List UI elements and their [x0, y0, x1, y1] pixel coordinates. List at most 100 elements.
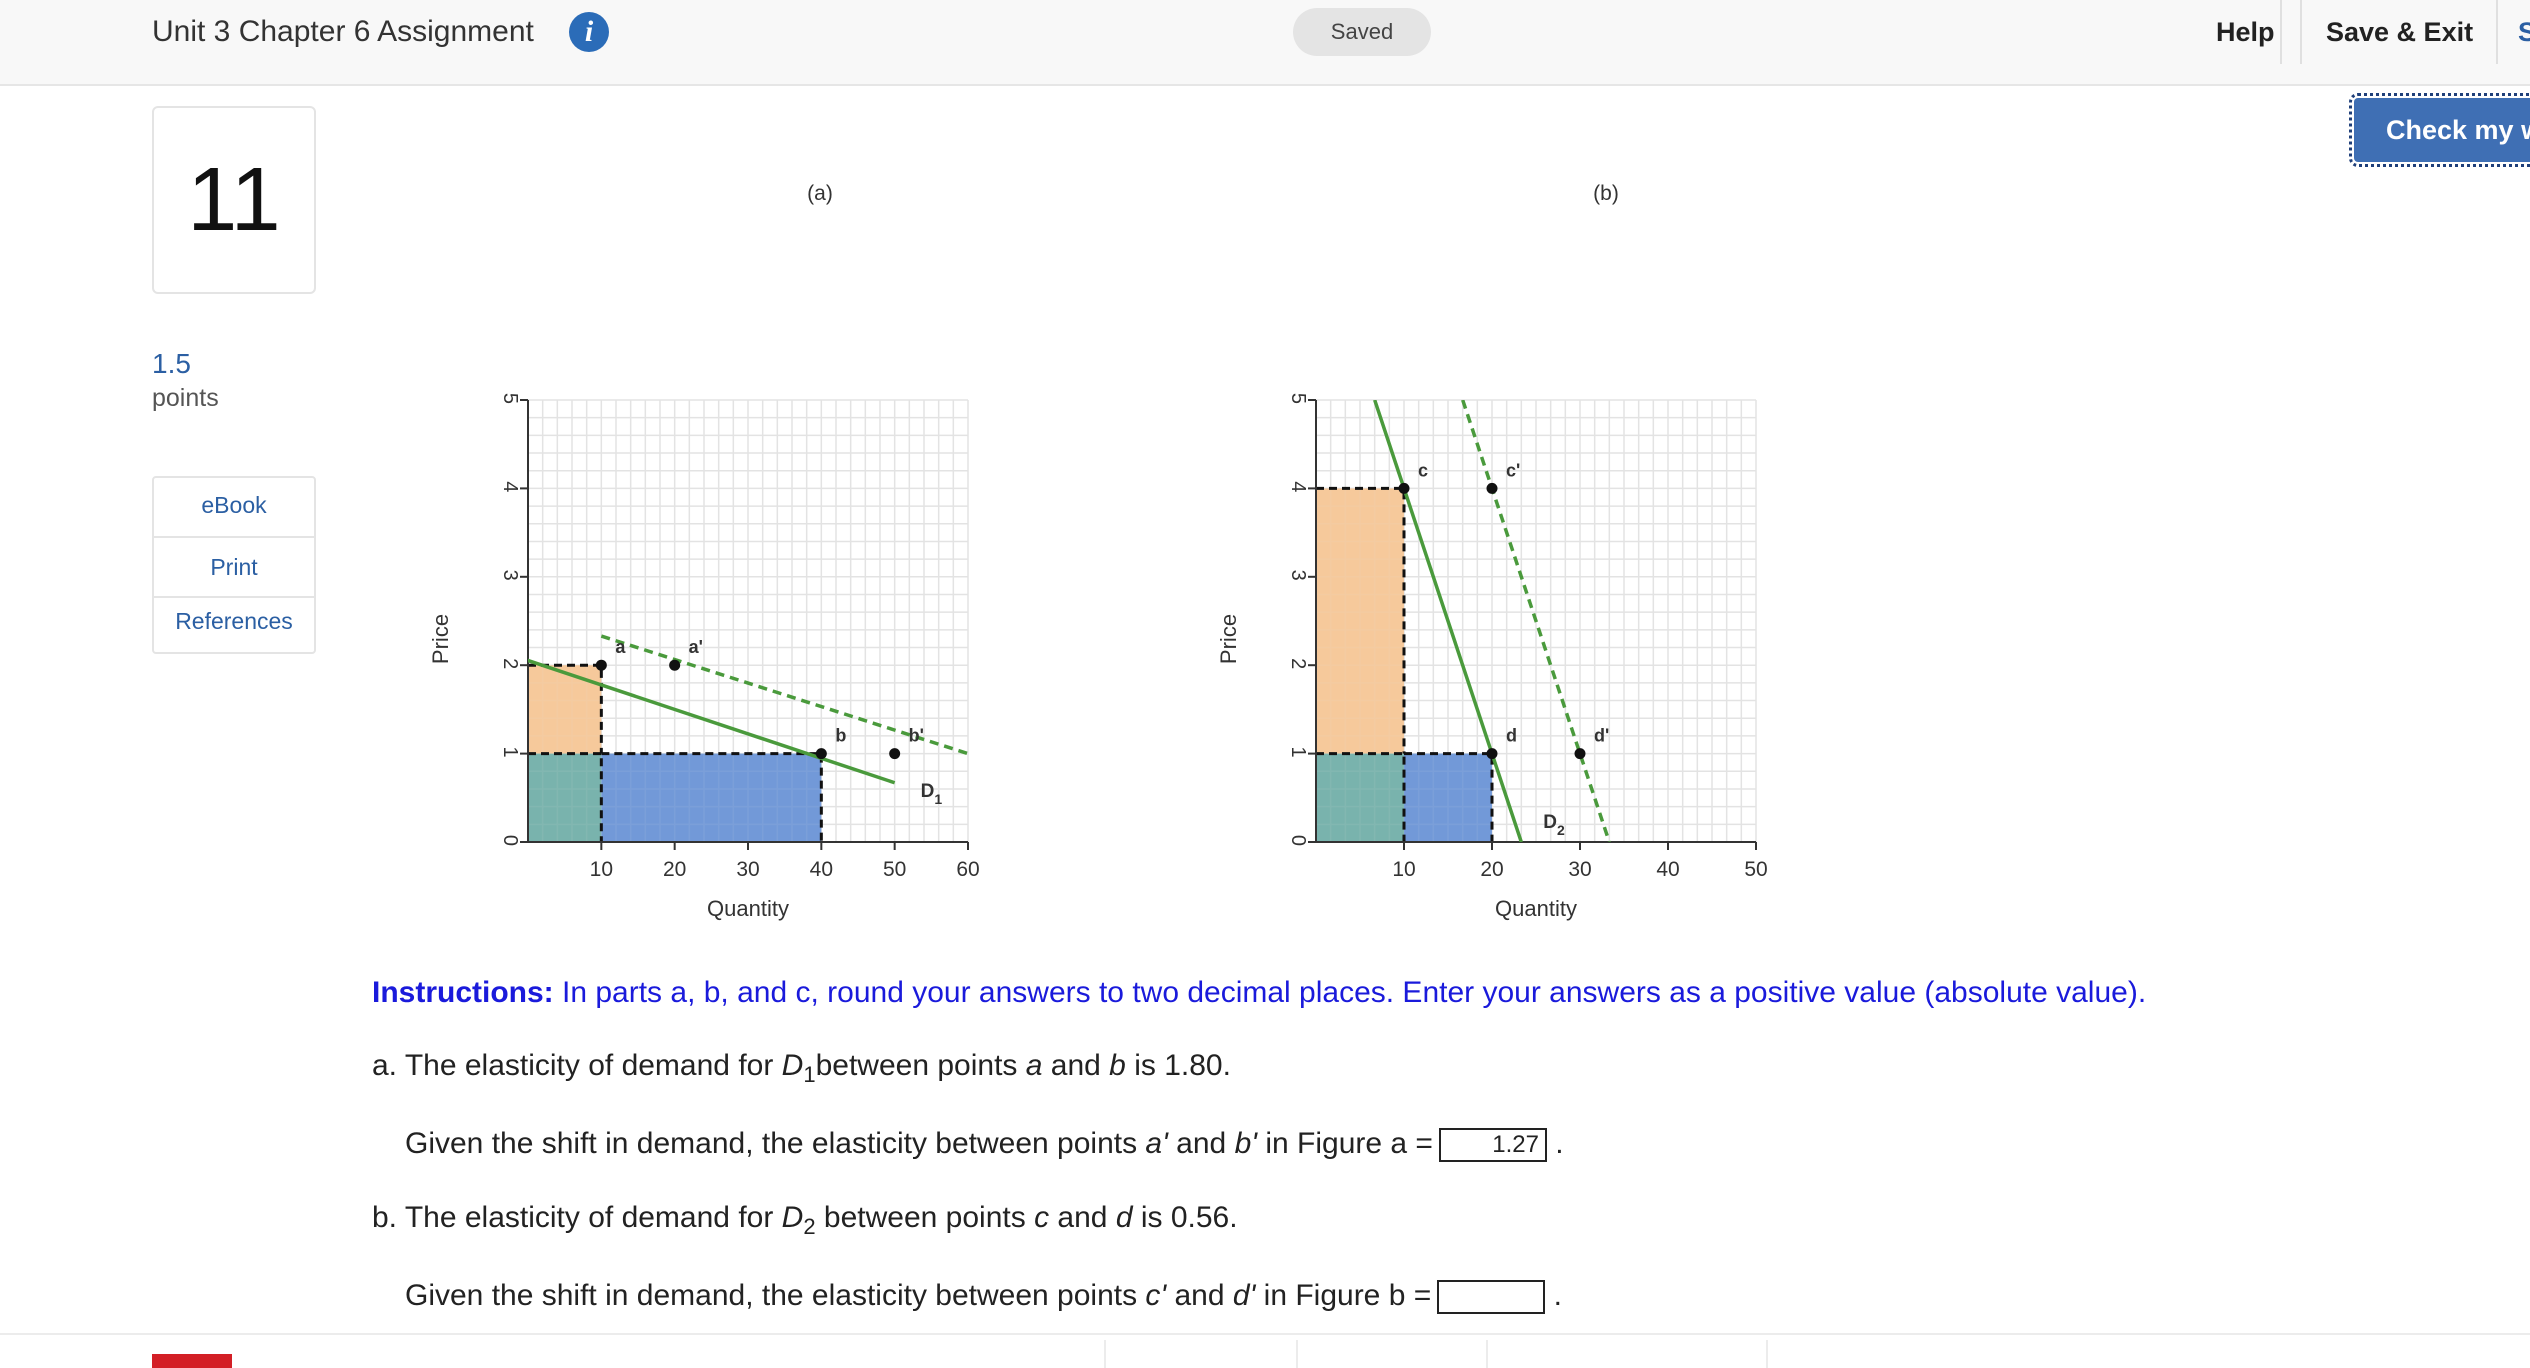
print-link[interactable]: Print	[154, 554, 314, 581]
points-label: points	[152, 384, 219, 412]
menu-divider	[154, 536, 314, 538]
shaded-area	[1316, 753, 1404, 842]
x-tick-label: 40	[810, 858, 833, 881]
data-point	[1486, 482, 1498, 494]
bottom-divider	[1766, 1340, 1768, 1368]
chart-title: (a)	[807, 182, 833, 205]
point-label: a	[615, 637, 626, 657]
data-point	[1486, 748, 1498, 760]
check-my-work-button[interactable]: Check my w	[2349, 93, 2530, 167]
point-label: b'	[909, 726, 924, 746]
data-point	[815, 748, 827, 760]
period: .	[1553, 1279, 1562, 1312]
shaded-area	[1404, 753, 1492, 842]
demand-subscript: 2	[803, 1214, 816, 1239]
shift-prefix: Given the shift in demand, the elasticit…	[405, 1127, 1146, 1160]
point-c-prime: c'	[1145, 1279, 1167, 1312]
instructions-body: In parts a, b, and c, round your answers…	[553, 976, 2147, 1009]
guide-line	[1316, 752, 1406, 842]
submit-link[interactable]: S	[2518, 14, 2530, 50]
assignment-title: Unit 3 Chapter 6 Assignment	[152, 15, 534, 48]
and-text: and	[1042, 1049, 1110, 1082]
data-point	[889, 748, 901, 760]
part-b-end: is 0.56.	[1132, 1201, 1238, 1234]
figure-a-label: in Figure a =	[1257, 1127, 1433, 1160]
resource-menu: eBook Print References	[152, 476, 316, 654]
x-axis-label: Quantity	[1495, 896, 1577, 921]
ebook-link[interactable]: eBook	[154, 492, 314, 519]
question-number: 11	[187, 150, 281, 250]
chart-b: 10 20 30 40 50 0 1 2 3 4 5 Quantity Price (b) D2 c d c' d'	[1216, 182, 1768, 921]
and-text: and	[1167, 1127, 1235, 1160]
guide-line	[528, 663, 603, 754]
help-link[interactable]: Help	[2216, 14, 2275, 50]
x-tick-label: 40	[1656, 858, 1679, 881]
y-tick-label: 0	[1287, 835, 1309, 846]
top-divider	[2300, 0, 2302, 64]
references-link[interactable]: References	[154, 608, 314, 635]
question-number-card: 11	[152, 106, 316, 294]
demand-line	[528, 658, 896, 785]
y-tick-label: 5	[499, 393, 521, 404]
x-tick-label: 50	[883, 858, 906, 881]
shaded-area	[1316, 488, 1404, 754]
shaded-area	[528, 665, 602, 754]
y-tick-label: 0	[499, 835, 521, 846]
and-text: and	[1166, 1279, 1233, 1312]
point-d-prime: d'	[1232, 1279, 1256, 1312]
data-point	[595, 659, 607, 671]
shifted-demand-line	[600, 634, 968, 756]
demand-charts: 10 20 30 40 50 60012345QuantityPrice(a)D1aba'…	[428, 182, 1768, 921]
shaded-area	[601, 753, 822, 842]
x-tick-label: 50	[1744, 858, 1767, 881]
point-b-prime: b'	[1234, 1127, 1257, 1160]
guide-line	[1316, 486, 1406, 754]
series-label: D1	[921, 781, 943, 807]
guide-line	[1404, 752, 1494, 842]
x-axis-label: Quantity	[707, 896, 789, 921]
saved-status-badge: Saved	[1293, 8, 1431, 56]
answer-b-input[interactable]	[1437, 1280, 1546, 1315]
instructions-label: Instructions:	[372, 976, 554, 1009]
series-label: D2	[1543, 812, 1565, 838]
part-a-statement: a. The elasticity of demand for D1betwee…	[372, 1046, 1231, 1095]
y-tick-label: 1	[499, 746, 521, 757]
data-point	[669, 659, 681, 671]
mcgraw-hill-logo	[152, 1354, 232, 1368]
point-label: d'	[1594, 726, 1609, 746]
guide-line	[528, 752, 603, 842]
save-exit-link[interactable]: Save & Exit	[2326, 14, 2473, 50]
bottom-divider	[1486, 1340, 1488, 1368]
top-divider	[2496, 0, 2498, 64]
part-a-prefix: a. The elasticity of demand for	[372, 1049, 782, 1082]
part-a-question: Given the shift in demand, the elasticit…	[405, 1124, 1564, 1164]
bottom-divider	[1104, 1340, 1106, 1368]
part-b-question: Given the shift in demand, the elasticit…	[405, 1276, 1562, 1316]
x-tick-label: 20	[663, 858, 686, 881]
top-bar: Unit 3 Chapter 6 Assignment i Saved Help…	[0, 0, 2530, 86]
x-tick-label: 30	[736, 858, 759, 881]
menu-divider	[154, 596, 314, 598]
info-icon[interactable]: i	[569, 12, 609, 52]
x-tick-label: 10	[590, 858, 613, 881]
chart-title: (b)	[1593, 182, 1619, 205]
y-tick-label: 2	[1287, 658, 1309, 669]
point-a: a	[1025, 1049, 1043, 1082]
top-divider	[2280, 0, 2282, 64]
point-d: d	[1115, 1201, 1133, 1234]
y-tick-label: 3	[499, 570, 521, 581]
y-axis-label: Price	[1216, 614, 1241, 664]
y-axis-label: Price	[428, 614, 453, 664]
shaded-area	[1404, 753, 1492, 842]
bottom-divider	[0, 1333, 2530, 1335]
demand-symbol: D	[781, 1201, 804, 1234]
part-a-end: is 1.80.	[1125, 1049, 1231, 1082]
answer-a-input[interactable]: 1.27	[1438, 1128, 1547, 1163]
point-label: c'	[1506, 460, 1520, 480]
point-label: d	[1506, 726, 1517, 746]
part-b-between: between points	[815, 1201, 1035, 1234]
shaded-area	[601, 753, 822, 842]
point-c: c	[1034, 1201, 1050, 1234]
y-tick-label: 2	[499, 658, 521, 669]
part-a-between: between points	[815, 1049, 1026, 1082]
